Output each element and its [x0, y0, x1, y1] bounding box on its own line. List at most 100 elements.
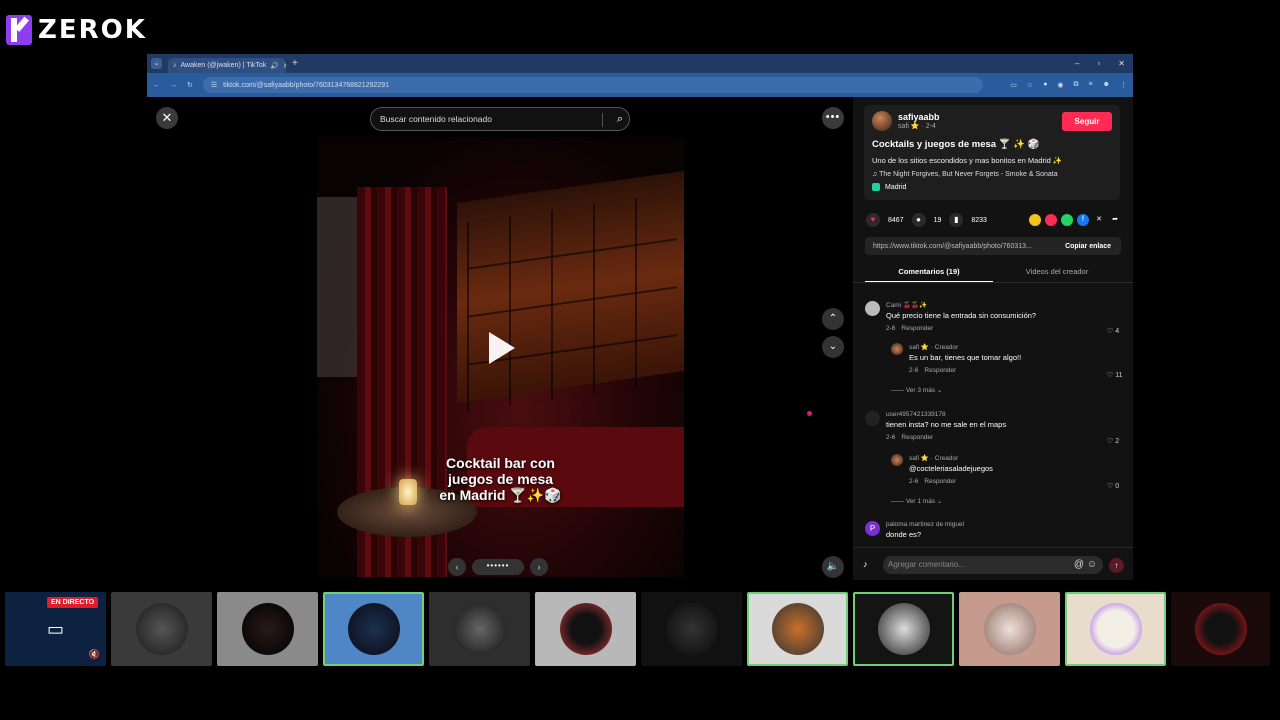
- thumbnail[interactable]: [429, 592, 530, 666]
- previous-post-button[interactable]: ⌃: [822, 308, 844, 330]
- reply-button[interactable]: Responder: [901, 434, 933, 441]
- comment-like[interactable]: ♡ 11: [1107, 371, 1123, 379]
- reply-button[interactable]: Responder: [924, 478, 956, 485]
- thumbnail[interactable]: [323, 592, 424, 666]
- thumbnail[interactable]: [535, 592, 636, 666]
- close-viewer-button[interactable]: ✕: [156, 107, 178, 129]
- heart-icon[interactable]: ♥: [866, 213, 880, 227]
- thumbnail[interactable]: [1171, 592, 1270, 666]
- avatar[interactable]: [865, 301, 880, 316]
- thumbnail[interactable]: [959, 592, 1060, 666]
- tab-creator-videos[interactable]: Videos del creador: [993, 265, 1121, 283]
- comment-date: 2-6: [886, 434, 896, 441]
- view-more-replies[interactable]: —— Ver 1 más ⌄: [891, 497, 942, 505]
- avatar[interactable]: [891, 454, 903, 466]
- comment-author[interactable]: user4957421339178: [886, 411, 1006, 418]
- post-photo[interactable]: Cocktail bar con juegos de mesa en Madri…: [317, 137, 684, 577]
- comment-text: @cocteleriasaladejuegos: [909, 464, 993, 473]
- reply-button[interactable]: Responder: [901, 325, 933, 332]
- next-photo-button[interactable]: ›: [530, 558, 548, 576]
- bookmark-star-icon[interactable]: ☆: [1027, 81, 1033, 89]
- thumbnail-avatar: [559, 603, 612, 655]
- comment-like[interactable]: ♡ 4: [1107, 327, 1119, 335]
- music-link[interactable]: ♫ The Night Forgives, But Never Forgets …: [872, 171, 1112, 178]
- comment-author[interactable]: safi ⭐ · Creador: [909, 454, 993, 462]
- comment-author[interactable]: safi ⭐ · Creador: [909, 343, 1021, 351]
- next-post-button[interactable]: ⌄: [822, 336, 844, 358]
- thumbnail-avatar: [877, 603, 930, 655]
- handle-line: safi ⭐ · 2-4: [898, 123, 936, 130]
- menu-icon[interactable]: ⋮: [1120, 81, 1127, 89]
- comment-input[interactable]: Agregar comentario... @ ☺: [883, 556, 1103, 574]
- caption-line: en Madrid 🍸✨🎲: [439, 487, 562, 503]
- extensions-puzzle-icon[interactable]: ⧉: [1074, 81, 1079, 89]
- extension-icon[interactable]: ◉: [1057, 81, 1063, 89]
- search-icon[interactable]: ⌕: [617, 113, 623, 126]
- copy-link-button[interactable]: Copiar enlace: [1065, 243, 1111, 250]
- whatsapp-icon[interactable]: [1061, 214, 1073, 226]
- username[interactable]: safiyaabb: [898, 112, 940, 122]
- send-comment-button[interactable]: ↑: [1109, 558, 1124, 573]
- thumbnail[interactable]: [747, 592, 848, 666]
- tab-search-button[interactable]: ⌄: [151, 58, 162, 69]
- thumbnail[interactable]: [217, 592, 318, 666]
- close-window-button[interactable]: ✕: [1118, 59, 1125, 68]
- back-icon[interactable]: ←: [153, 82, 160, 89]
- comment-icon[interactable]: ●: [911, 213, 926, 227]
- divider: [853, 282, 1133, 283]
- thumbnail[interactable]: [1065, 592, 1166, 666]
- profile-icon[interactable]: ☻: [1103, 81, 1110, 89]
- new-tab-button[interactable]: +: [292, 58, 298, 69]
- mention-emoji-icon[interactable]: @ ☺: [1074, 556, 1097, 574]
- avatar[interactable]: [865, 411, 880, 426]
- post-info-card: safiyaabb safi ⭐ · 2-4 Seguir Cocktails …: [864, 105, 1120, 200]
- follow-button[interactable]: Seguir: [1062, 111, 1112, 131]
- thumbnail[interactable]: [853, 592, 954, 666]
- more-options-button[interactable]: •••: [822, 107, 844, 129]
- avatar[interactable]: [872, 111, 892, 131]
- play-icon[interactable]: [489, 332, 515, 364]
- reply-button[interactable]: Responder: [924, 367, 956, 374]
- mute-icon[interactable]: 🔇: [89, 649, 100, 660]
- link-row: https://www.tiktok.com/@safiyaabb/photo/…: [865, 237, 1121, 255]
- photo-caption: Cocktail bar con juegos de mesa en Madri…: [317, 455, 684, 503]
- tab-close-icon[interactable]: ✕: [283, 62, 286, 70]
- site-info-icon[interactable]: ☰: [211, 81, 217, 89]
- share-send-icon[interactable]: [1045, 214, 1057, 226]
- thumbnail[interactable]: [641, 592, 742, 666]
- cast-icon[interactable]: ▭: [1010, 81, 1017, 89]
- thumbnail-avatar: [665, 603, 718, 655]
- x-icon[interactable]: ✕: [1093, 214, 1105, 226]
- comment-text: Es un bar, tienes que tomar algo!!: [909, 353, 1022, 362]
- thumbnail-live[interactable]: EN DIRECTO ▭ 🔇: [5, 592, 106, 666]
- media-icon[interactable]: ≡: [1089, 81, 1093, 89]
- browser-tab[interactable]: ♪ Awaken (@jwaken) | TikTok 🔊 ✕: [168, 58, 286, 73]
- comment-like[interactable]: ♡ 0: [1107, 482, 1119, 490]
- share-icon[interactable]: ➦: [1109, 214, 1121, 226]
- comment-author[interactable]: Cami 🍒🍒✨: [886, 301, 1036, 309]
- bookmark-icon[interactable]: ▮: [949, 213, 964, 227]
- address-bar[interactable]: ☰ tiktok.com/@safiyaabb/photo/7603134768…: [202, 77, 983, 93]
- post-link[interactable]: https://www.tiktok.com/@safiyaabb/photo/…: [873, 243, 1032, 250]
- facebook-icon[interactable]: f: [1077, 214, 1089, 226]
- maximize-button[interactable]: ▫: [1097, 59, 1100, 68]
- tab-comments[interactable]: Comentarios (19): [865, 265, 993, 283]
- forward-icon[interactable]: →: [170, 82, 177, 89]
- related-search-input[interactable]: Buscar contenido relacionado ⌕: [370, 107, 630, 131]
- sidebar-tabs: Comentarios (19) Videos del creador: [865, 265, 1121, 283]
- reload-icon[interactable]: ↻: [187, 81, 193, 89]
- location-tag[interactable]: Madrid: [872, 183, 1112, 191]
- share-embed-icon[interactable]: [1029, 214, 1041, 226]
- thumbnail[interactable]: [111, 592, 212, 666]
- avatar[interactable]: [891, 343, 903, 355]
- view-more-replies[interactable]: —— Ver 3 más ⌄: [891, 386, 942, 394]
- comment-author[interactable]: paloma martinez de miguel: [886, 521, 964, 528]
- thumbnail-avatar: [1194, 603, 1247, 655]
- volume-button[interactable]: 🔈: [822, 556, 844, 578]
- avatar[interactable]: P: [865, 521, 880, 536]
- previous-photo-button[interactable]: ‹: [448, 558, 466, 576]
- comment-text: tienen insta? no me sale en el maps: [886, 420, 1007, 429]
- comment-like[interactable]: ♡ 2: [1107, 437, 1119, 445]
- extension-icon[interactable]: ●: [1043, 81, 1047, 89]
- minimize-button[interactable]: –: [1075, 59, 1079, 68]
